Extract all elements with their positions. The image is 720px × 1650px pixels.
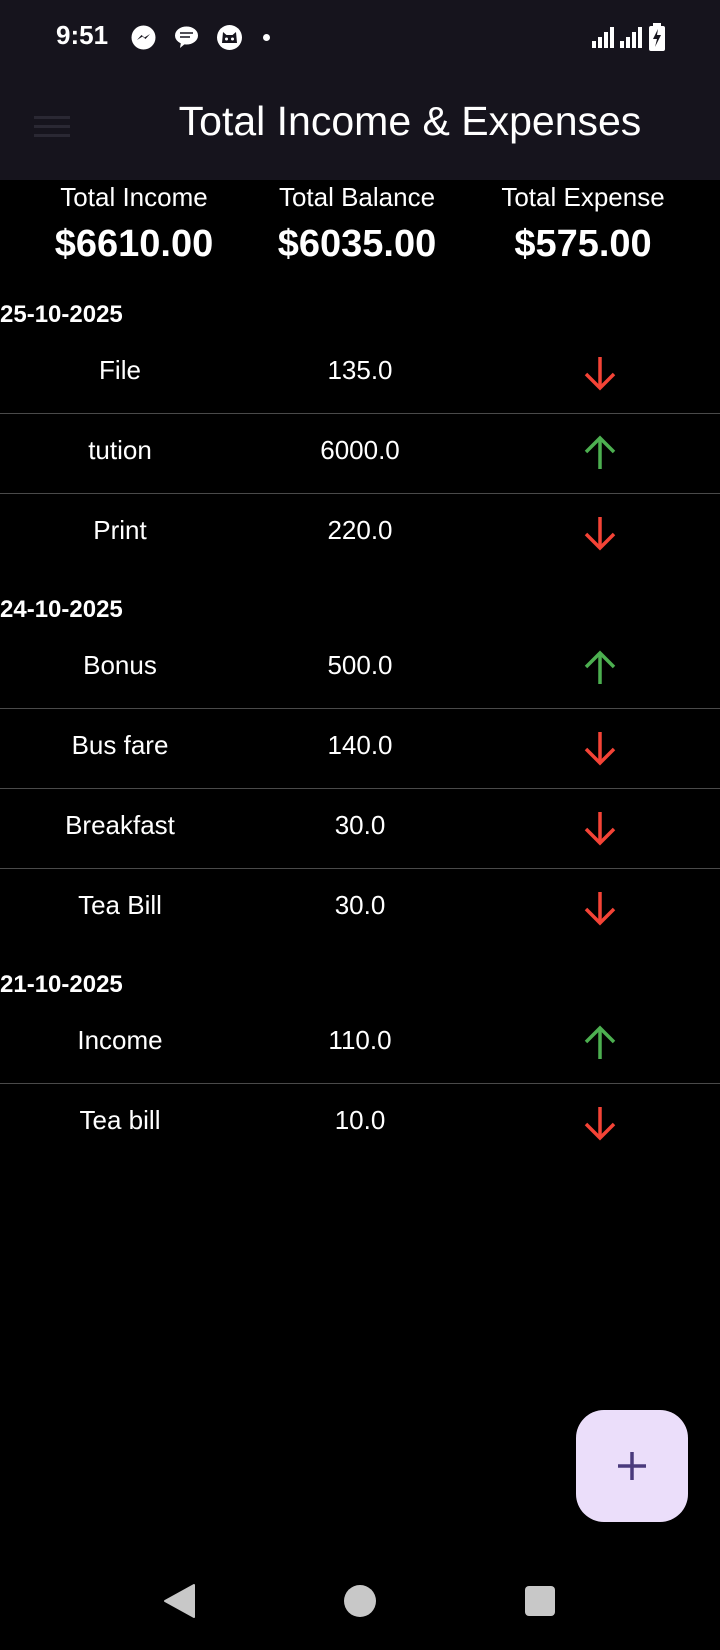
expense-arrow-down-icon — [584, 812, 616, 846]
income-arrow-up-icon — [584, 650, 616, 684]
transaction-amount: 30.0 — [334, 890, 386, 920]
transaction-row[interactable]: Breakfast 30.0 — [0, 789, 720, 869]
transaction-name: Income — [77, 1025, 163, 1055]
transaction-amount: 110.0 — [328, 1025, 392, 1055]
transaction-amount: 220.0 — [327, 515, 393, 545]
transaction-name: Bus fare — [71, 730, 169, 760]
transaction-amount: 30.0 — [334, 810, 386, 840]
expense-arrow-down-icon — [584, 1107, 616, 1141]
transaction-row[interactable]: Bus fare 140.0 — [0, 709, 720, 789]
home-icon[interactable] — [344, 1585, 376, 1617]
page-title: Total Income & Expenses — [178, 98, 642, 144]
transaction-name: File — [99, 355, 141, 385]
total-balance-label: Total Balance — [278, 182, 436, 212]
transaction-row[interactable]: Income 110.0 — [0, 1004, 720, 1084]
signal-icon — [592, 27, 614, 48]
transaction-row[interactable]: tution 6000.0 — [0, 414, 720, 494]
transaction-amount: 500.0 — [327, 650, 393, 680]
messenger-icon — [130, 24, 157, 51]
total-balance-summary: Total Balance $6035.00 — [237, 182, 477, 266]
expense-arrow-down-icon — [584, 517, 616, 551]
status-bar: 9:51 — [0, 0, 720, 74]
transaction-name: Print — [93, 515, 147, 545]
total-expense-value: $575.00 — [514, 223, 652, 265]
transaction-row[interactable]: Print 220.0 — [0, 494, 720, 573]
total-income-label: Total Income — [60, 182, 208, 212]
transaction-name: Tea bill — [79, 1105, 161, 1135]
transaction-name: tution — [88, 435, 152, 465]
battery-charging-icon — [649, 23, 665, 51]
back-icon[interactable] — [162, 1583, 196, 1619]
expense-arrow-down-icon — [584, 357, 616, 391]
cat-face-icon — [216, 24, 243, 51]
notification-icons — [130, 24, 270, 50]
total-expense-label: Total Expense — [501, 182, 665, 212]
summary-section: Total Income $6610.00 Total Balance $603… — [0, 182, 720, 282]
transaction-row[interactable]: Tea Bill 30.0 — [0, 869, 720, 948]
transaction-amount: 10.0 — [334, 1105, 386, 1135]
transaction-name: Bonus — [83, 650, 157, 680]
system-icons — [592, 22, 666, 52]
date-header: 24-10-2025 — [0, 596, 123, 623]
transaction-amount: 135.0 — [327, 355, 393, 385]
status-time: 9:51 — [56, 20, 109, 50]
more-dot-icon — [263, 33, 270, 41]
recents-icon[interactable] — [525, 1586, 555, 1616]
chat-bubble-icon — [173, 24, 200, 51]
total-expense-summary: Total Expense $575.00 — [463, 182, 703, 266]
hamburger-menu-icon[interactable] — [34, 110, 74, 144]
total-income-value: $6610.00 — [54, 223, 214, 265]
app-bar: Total Income & Expenses — [0, 74, 720, 180]
transaction-row[interactable]: File 135.0 — [0, 334, 720, 414]
date-header: 21-10-2025 — [0, 971, 123, 998]
income-arrow-up-icon — [584, 435, 616, 469]
transaction-row[interactable]: Bonus 500.0 — [0, 629, 720, 709]
system-navigation-bar — [0, 1560, 720, 1650]
transaction-name: Breakfast — [65, 810, 175, 840]
transaction-amount: 6000.0 — [320, 435, 400, 465]
transaction-list: 25-10-2025 File 135.0 tution 6000.0 Prin… — [0, 296, 720, 1181]
transaction-name: Tea Bill — [78, 890, 162, 920]
transaction-row[interactable]: Tea bill 10.0 — [0, 1084, 720, 1163]
expense-arrow-down-icon — [584, 892, 616, 926]
total-balance-value: $6035.00 — [277, 223, 437, 265]
transaction-amount: 140.0 — [327, 730, 393, 760]
expense-arrow-down-icon — [584, 732, 616, 766]
date-header: 25-10-2025 — [0, 301, 123, 328]
signal-icon — [620, 27, 642, 48]
add-icon — [618, 1452, 646, 1480]
total-income-summary: Total Income $6610.00 — [14, 182, 254, 266]
income-arrow-up-icon — [584, 1025, 616, 1059]
add-transaction-button[interactable] — [576, 1410, 688, 1522]
